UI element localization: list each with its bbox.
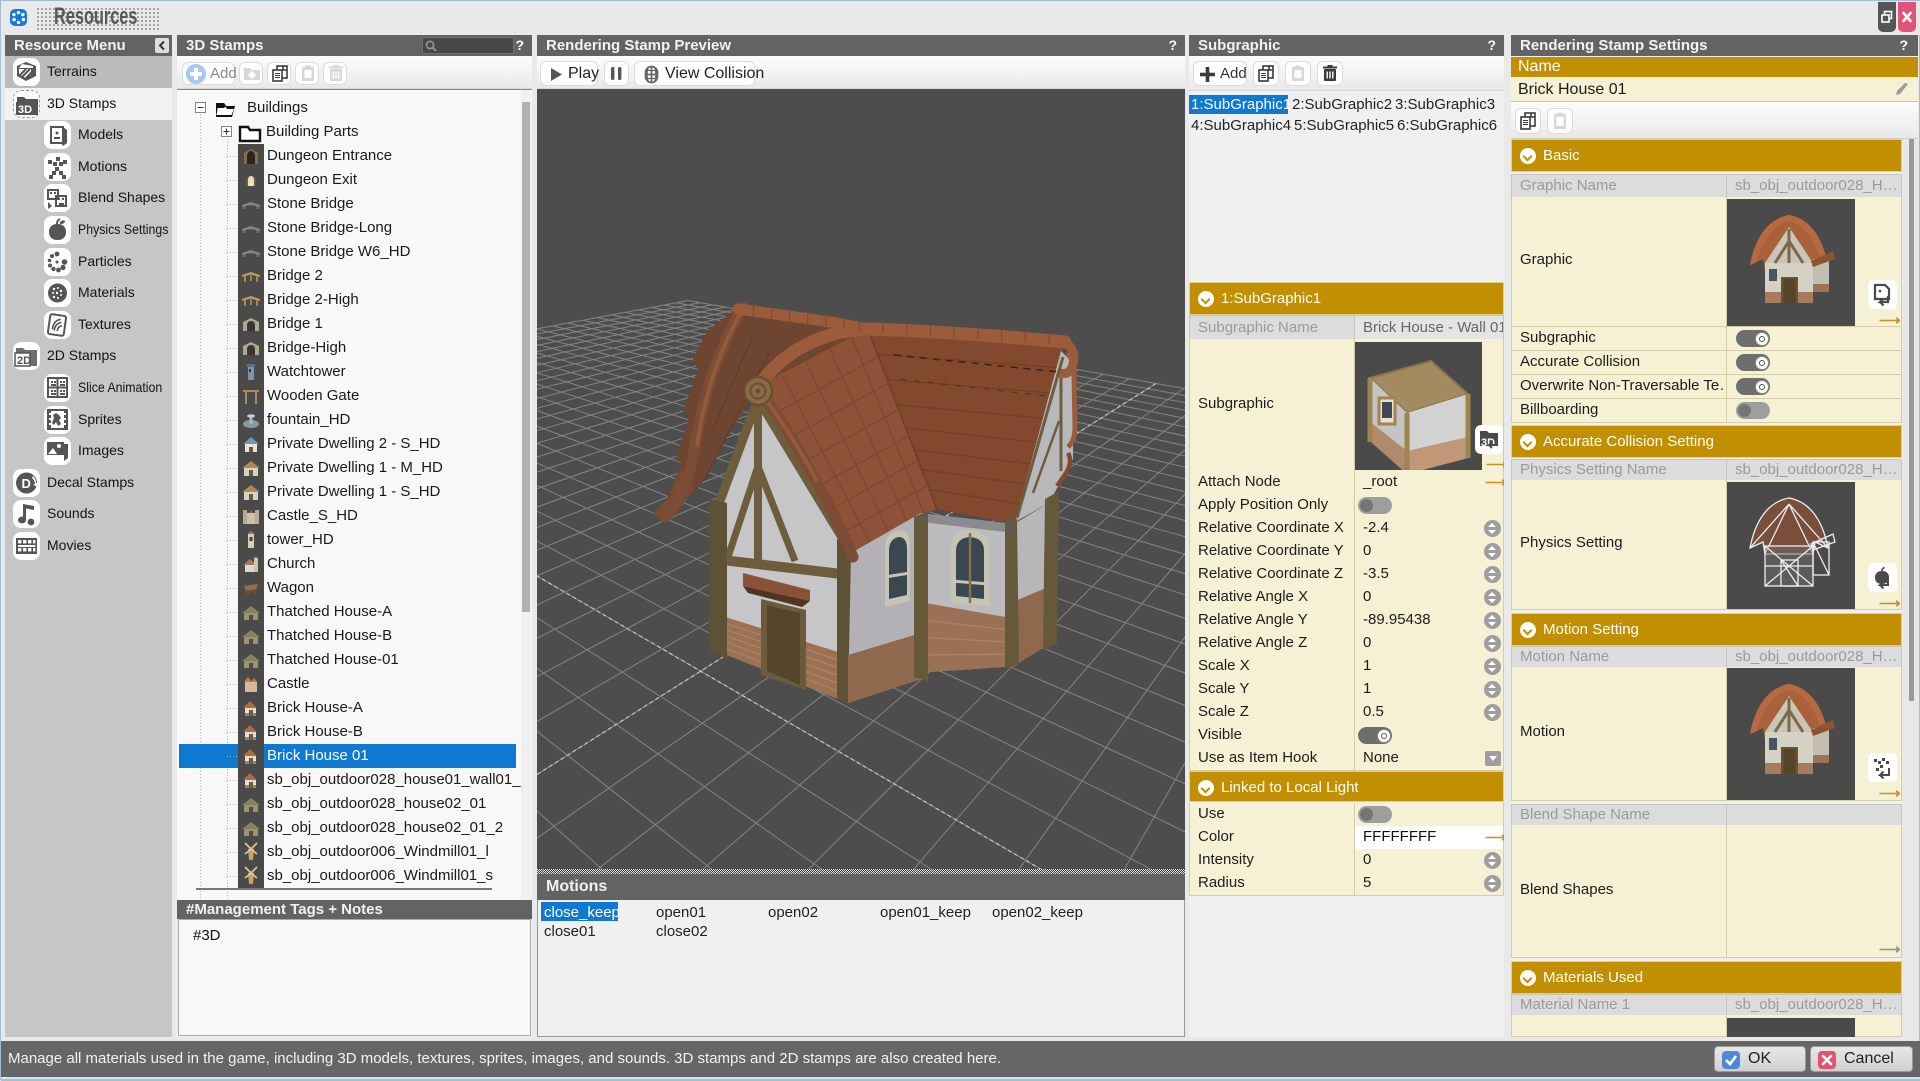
svg-text:2D: 2D <box>17 355 31 367</box>
svg-text:3D: 3D <box>18 104 32 116</box>
svg-text:D: D <box>22 476 31 491</box>
svg-text:3D: 3D <box>1481 437 1495 449</box>
